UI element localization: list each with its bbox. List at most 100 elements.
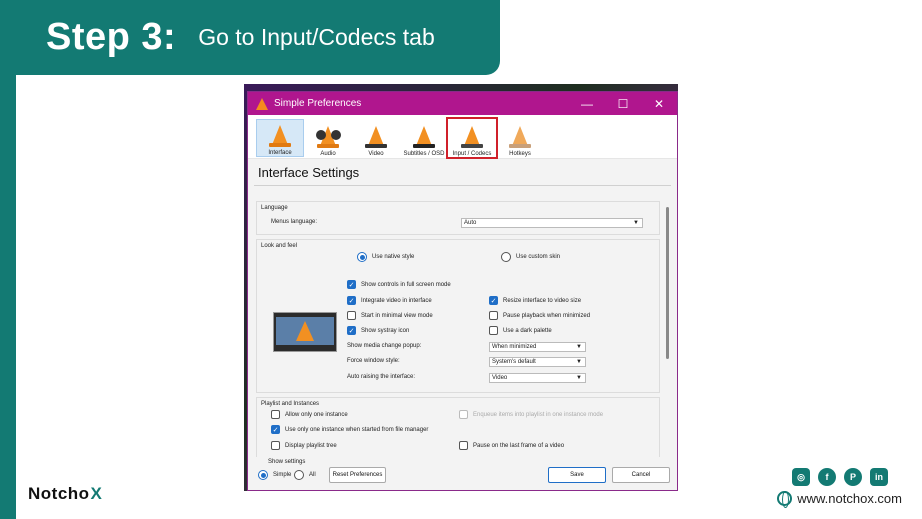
tab-hotkeys[interactable]: Hotkeys bbox=[496, 119, 544, 157]
chevron-down-icon: ▼ bbox=[576, 344, 582, 350]
checkbox-disabled-icon bbox=[459, 410, 468, 419]
simple-option[interactable]: Simple bbox=[258, 470, 291, 480]
simple-label: Simple bbox=[273, 472, 292, 478]
brand-x: X bbox=[90, 484, 103, 503]
checkbox-empty-icon bbox=[459, 441, 468, 450]
auto-raise-value: Video bbox=[492, 375, 508, 381]
section-heading: Interface Settings bbox=[258, 165, 360, 180]
menus-language-select[interactable]: Auto ▼ bbox=[461, 218, 643, 228]
window-controls: — ☐ ✕ bbox=[569, 97, 677, 111]
one-instance-label: Allow only one instance bbox=[285, 411, 348, 418]
checkmark-icon: ✓ bbox=[347, 326, 356, 335]
tab-video-label: Video bbox=[368, 151, 384, 157]
auto-raise-label: Auto raising the interface: bbox=[347, 374, 416, 380]
cancel-button[interactable]: Cancel bbox=[612, 467, 670, 483]
integrate-video-checkbox[interactable]: ✓ Integrate video in interface bbox=[347, 296, 432, 305]
menus-language-value: Auto bbox=[464, 220, 477, 226]
minimal-view-checkbox[interactable]: Start in minimal view mode bbox=[347, 311, 433, 320]
website-text: www.notchox.com bbox=[797, 491, 902, 506]
social-links: ◎ f P in bbox=[792, 468, 888, 486]
file-manager-checkbox[interactable]: ✓ Use only one instance when started from… bbox=[271, 425, 428, 434]
playlist-tree-checkbox[interactable]: Display playlist tree bbox=[271, 441, 337, 450]
reset-preferences-button[interactable]: Reset Preferences bbox=[329, 467, 386, 483]
heading-divider bbox=[254, 185, 671, 186]
file-manager-label: Use only one instance when started from … bbox=[285, 426, 429, 433]
save-button[interactable]: Save bbox=[548, 467, 606, 483]
close-button[interactable]: ✕ bbox=[641, 97, 677, 111]
language-group: Language Menus language: Auto ▼ bbox=[256, 201, 660, 235]
pinterest-icon[interactable]: P bbox=[844, 468, 862, 486]
look-group-label: Look and feel bbox=[261, 243, 298, 249]
content-scrollbar[interactable] bbox=[666, 207, 669, 359]
tab-hotkeys-label: Hotkeys bbox=[509, 151, 531, 157]
dark-palette-checkbox[interactable]: Use a dark palette bbox=[489, 326, 552, 335]
media-popup-value: When minimized bbox=[492, 344, 537, 350]
subtitles-icon bbox=[410, 124, 438, 148]
video-clapper-icon bbox=[362, 124, 390, 148]
look-group: Look and feel Use native style Use custo… bbox=[256, 239, 660, 393]
screenshot-frame: Simple Preferences — ☐ ✕ Interface Audio bbox=[244, 84, 678, 491]
radio-icon bbox=[501, 252, 511, 262]
playlist-tree-label: Display playlist tree bbox=[285, 442, 337, 449]
tab-input-codecs-label: Input / Codecs bbox=[452, 151, 492, 157]
all-label: All bbox=[309, 472, 316, 478]
checkbox-empty-icon bbox=[271, 441, 280, 450]
systray-checkbox[interactable]: ✓ Show systray icon bbox=[347, 326, 409, 335]
input-codecs-icon bbox=[458, 124, 486, 148]
radio-icon bbox=[294, 470, 304, 480]
chevron-down-icon: ▼ bbox=[576, 375, 582, 381]
tab-video[interactable]: Video bbox=[352, 119, 400, 157]
pause-minimized-checkbox[interactable]: Pause playback when minimized bbox=[489, 311, 590, 320]
step-number: Step 3: bbox=[46, 16, 177, 58]
enqueue-checkbox[interactable]: Enqueue items into playlist in one insta… bbox=[459, 410, 603, 419]
checkbox-empty-icon bbox=[489, 311, 498, 320]
radio-selected-icon bbox=[258, 470, 268, 480]
chevron-down-icon: ▼ bbox=[633, 220, 639, 226]
checkmark-icon: ✓ bbox=[347, 280, 356, 289]
maximize-button[interactable]: ☐ bbox=[605, 97, 641, 111]
website-link[interactable]: www.notchox.com bbox=[777, 491, 902, 508]
checkbox-empty-icon bbox=[271, 410, 280, 419]
force-style-select[interactable]: System's default ▼ bbox=[489, 357, 586, 367]
window-title: Simple Preferences bbox=[274, 98, 362, 109]
native-style-label: Use native style bbox=[372, 254, 415, 260]
tab-subtitles-label: Subtitles / OSD bbox=[403, 151, 445, 157]
brand-name: Notcho bbox=[28, 484, 90, 503]
custom-skin-option[interactable]: Use custom skin bbox=[501, 252, 560, 262]
checkmark-icon: ✓ bbox=[489, 296, 498, 305]
title-bar: Simple Preferences — ☐ ✕ bbox=[248, 92, 677, 115]
tab-interface-label: Interface bbox=[268, 150, 292, 156]
media-popup-select[interactable]: When minimized ▼ bbox=[489, 342, 586, 352]
menus-language-label: Menus language: bbox=[271, 219, 318, 225]
tab-audio[interactable]: Audio bbox=[304, 119, 352, 157]
pause-last-checkbox[interactable]: Pause on the last frame of a video bbox=[459, 441, 564, 450]
resize-interface-checkbox[interactable]: ✓ Resize interface to video size bbox=[489, 296, 581, 305]
preferences-window: Simple Preferences — ☐ ✕ Interface Audio bbox=[247, 91, 678, 491]
integrate-video-label: Integrate video in interface bbox=[361, 297, 432, 304]
enqueue-label: Enqueue items into playlist in one insta… bbox=[473, 411, 604, 418]
playlist-group-label: Playlist and Instances bbox=[261, 401, 320, 407]
minimize-button[interactable]: — bbox=[569, 97, 605, 111]
tab-audio-label: Audio bbox=[320, 151, 336, 157]
instagram-icon[interactable]: ◎ bbox=[792, 468, 810, 486]
auto-raise-select[interactable]: Video ▼ bbox=[489, 373, 586, 383]
dialog-footer: Show settings Simple All Reset Preferenc… bbox=[248, 458, 677, 490]
native-style-option[interactable]: Use native style bbox=[357, 252, 414, 262]
tab-interface[interactable]: Interface bbox=[256, 119, 304, 157]
language-group-label: Language bbox=[261, 205, 288, 211]
show-settings-label: Show settings bbox=[268, 459, 306, 465]
force-style-label: Force window style: bbox=[347, 358, 400, 364]
show-controls-label: Show controls in full screen mode bbox=[361, 281, 451, 288]
show-controls-checkbox[interactable]: ✓ Show controls in full screen mode bbox=[347, 280, 451, 289]
tab-input-codecs[interactable]: Input / Codecs bbox=[446, 117, 498, 159]
stage: Step 3: Go to Input/Codecs tab Simple Pr… bbox=[0, 0, 922, 519]
all-option[interactable]: All bbox=[294, 470, 316, 480]
tab-subtitles[interactable]: Subtitles / OSD bbox=[400, 119, 448, 157]
linkedin-icon[interactable]: in bbox=[870, 468, 888, 486]
checkmark-icon: ✓ bbox=[271, 425, 280, 434]
checkbox-empty-icon bbox=[347, 311, 356, 320]
facebook-icon[interactable]: f bbox=[818, 468, 836, 486]
step-instruction: Go to Input/Codecs tab bbox=[198, 24, 435, 50]
one-instance-checkbox[interactable]: Allow only one instance bbox=[271, 410, 348, 419]
playlist-group: Playlist and Instances Allow only one in… bbox=[256, 397, 660, 457]
